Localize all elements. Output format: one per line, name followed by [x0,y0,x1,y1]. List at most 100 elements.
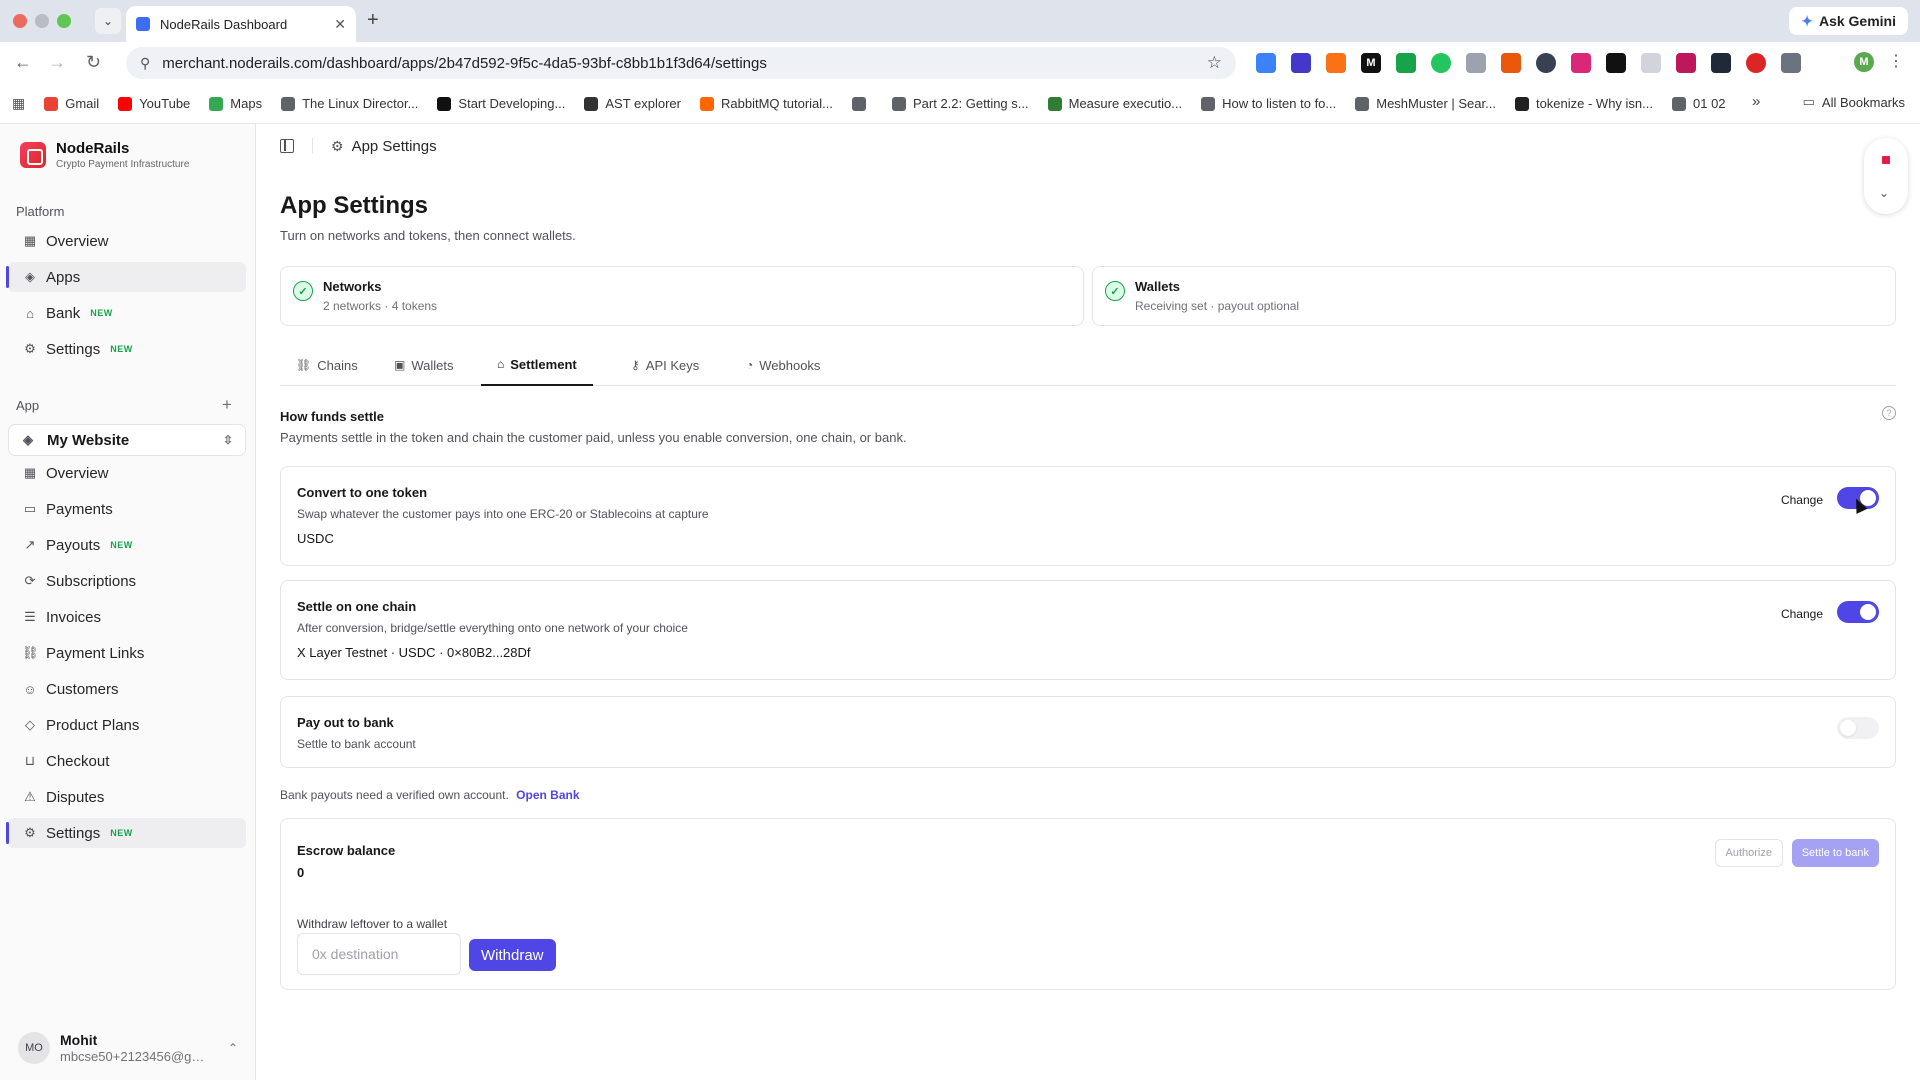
extension-13-icon[interactable] [1676,53,1696,73]
bookmark-favicon-icon [281,96,296,111]
forward-arrow-icon[interactable]: → [48,52,66,72]
bookmark-item[interactable]: Measure executio... [1047,96,1182,111]
withdraw-button[interactable]: Withdraw [469,939,556,971]
sidebar-item-checkout[interactable]: ⊔ Checkout [8,746,246,776]
new-tab-button[interactable]: + [367,9,379,31]
sidebar-item-label: Payment Links [46,644,145,662]
download-extension-icon[interactable] [1396,53,1416,73]
extension-14-icon[interactable] [1711,53,1731,73]
bookmark-star-icon[interactable]: ☆ [1207,53,1222,73]
extension-9-icon[interactable] [1536,53,1556,73]
stop-recording-icon[interactable] [1882,156,1890,164]
settle-chain-toggle[interactable] [1837,601,1879,623]
help-circle-icon[interactable]: ? [1882,406,1896,420]
address-bar[interactable]: ⚲ merchant.noderails.com/dashboard/apps/… [126,47,1236,79]
bookmark-item[interactable]: Start Developing... [437,96,565,111]
extension-12-icon[interactable] [1641,53,1661,73]
extension-8-icon[interactable] [1501,53,1521,73]
change-token-button[interactable]: Change [1781,493,1823,507]
tab-wallets[interactable]: ▣ Wallets [378,344,469,386]
sidebar-item-bank[interactable]: ⌂ Bank NEW [8,298,246,328]
sidebar-item-payment-links[interactable]: ⛓ Payment Links [8,638,246,668]
convert-token-card: Convert to one token Swap whatever the c… [280,466,1896,566]
settle-to-bank-button[interactable]: Settle to bank [1791,839,1879,867]
sidebar-item-product-plans[interactable]: ◇ Product Plans [8,710,246,740]
sidebar-item-payouts[interactable]: ↗ Payouts NEW [8,530,246,560]
sidebar-item-customers[interactable]: ☺ Customers [8,674,246,704]
bookmarks-overflow-icon[interactable]: » [1752,93,1760,110]
browser-tabbar: ⌄ NodeRails Dashboard ✕ + ✦ Ask Gemini [0,0,1920,42]
sidebar-item-overview[interactable]: ▦ Overview [8,458,246,488]
app-selector[interactable]: ◈ My Website ⇳ [8,424,246,456]
tab-settlement[interactable]: ⌂ Settlement [481,344,593,386]
bookmark-item[interactable]: How to listen to fo... [1201,96,1336,111]
tab-label: Webhooks [759,357,821,373]
extension-1-icon[interactable] [1256,53,1276,73]
sidebar-item-payments[interactable]: ▭ Payments [8,494,246,524]
toggle-sidebar-icon[interactable] [280,139,294,153]
open-bank-link[interactable]: Open Bank [516,788,579,802]
bookmark-item[interactable] [852,96,873,111]
sidebar-item-disputes[interactable]: ⚠ Disputes [8,782,246,812]
close-window-button[interactable] [13,14,27,28]
sidebar-item-apps[interactable]: ◈ Apps [6,262,246,292]
tab-chains[interactable]: ⛓ Chains [280,344,374,386]
bookmark-item[interactable]: RabbitMQ tutorial... [700,96,833,111]
bookmark-item[interactable]: Maps [209,96,262,111]
minimize-window-button[interactable] [35,14,49,28]
apps-grid-icon[interactable]: ▦ [12,95,25,112]
brand[interactable]: NodeRails Crypto Payment Infrastructure [20,140,189,170]
close-tab-icon[interactable]: ✕ [334,16,346,33]
bookmark-item[interactable]: 01 02 [1672,96,1726,111]
bookmark-item[interactable]: MeshMuster | Sear... [1355,96,1496,111]
browser-menu-icon[interactable]: ⋮ [1888,52,1904,72]
extension-11-icon[interactable] [1606,53,1626,73]
bookmark-item[interactable]: tokenize - Why isn... [1514,96,1653,111]
user-menu[interactable]: MO Mohit mbcse50+2123456@gm... ⌃ [18,1032,238,1064]
sidebar-item-overview[interactable]: ▦ Overview [8,226,246,256]
sidebar-item-icon: ⛓ [22,645,39,660]
extension-6-icon[interactable] [1431,53,1451,73]
bookmark-label: RabbitMQ tutorial... [721,96,833,111]
tab-api-keys[interactable]: ⚷ API Keys [615,344,715,386]
sidebar-item-settings[interactable]: ⚙ Settings NEW [6,818,246,848]
recording-widget[interactable]: ⌄ [1864,138,1908,214]
tab-webhooks[interactable]: ◔ Webhooks [730,344,836,386]
chevron-down-icon[interactable]: ⌄ [1879,186,1889,200]
medium-extension-icon[interactable]: M [1361,53,1381,73]
change-chain-button[interactable]: Change [1781,607,1823,621]
all-bookmarks-button[interactable]: ▭ All Bookmarks [1803,94,1905,110]
wallets-summary-card[interactable]: ✓ Wallets Receiving set · payout optiona… [1092,266,1896,326]
metamask-extension-icon[interactable] [1326,53,1346,73]
back-arrow-icon[interactable]: ← [14,52,32,72]
extension-10-icon[interactable] [1571,53,1591,73]
bookmark-item[interactable]: Part 2.2: Getting s... [892,96,1029,111]
site-info-icon[interactable]: ⚲ [140,55,150,72]
bookmark-item[interactable]: AST explorer [584,96,681,111]
bookmark-favicon-icon [1201,96,1216,111]
extension-7-icon[interactable] [1466,53,1486,73]
all-bookmarks-label: All Bookmarks [1821,94,1905,110]
maximize-window-button[interactable] [57,14,71,28]
ask-gemini-button[interactable]: ✦ Ask Gemini [1789,7,1908,35]
bank-payout-toggle[interactable] [1837,717,1879,739]
add-app-button[interactable]: + [222,396,232,414]
sidebar-item-invoices[interactable]: ☰ Invoices [8,602,246,632]
address-bar-url[interactable]: merchant.noderails.com/dashboard/apps/2b… [162,55,1206,72]
networks-summary-card[interactable]: ✓ Networks 2 networks · 4 tokens [280,266,1084,326]
reload-icon[interactable]: ↻ [86,52,101,72]
extension-15-icon[interactable] [1746,53,1766,73]
extensions-puzzle-icon[interactable] [1781,53,1801,73]
bookmark-item[interactable]: YouTube [118,96,190,111]
extension-2-icon[interactable] [1291,53,1311,73]
tab-search-chevron-icon[interactable]: ⌄ [95,8,121,34]
browser-tab-active[interactable]: NodeRails Dashboard ✕ [126,6,356,42]
settings-tabs: ⛓ Chains ▣ Wallets ⌂ Settlement ⚷ API Ke… [280,344,1896,386]
sidebar-item-settings[interactable]: ⚙ Settings NEW [8,334,246,364]
withdraw-destination-input[interactable] [297,933,461,975]
sidebar-item-subscriptions[interactable]: ⟳ Subscriptions [8,566,246,596]
authorize-button[interactable]: Authorize [1714,839,1783,867]
bookmark-item[interactable]: Gmail [44,96,99,111]
bookmark-item[interactable]: The Linux Director... [281,96,418,111]
profile-avatar[interactable]: M [1854,52,1874,72]
